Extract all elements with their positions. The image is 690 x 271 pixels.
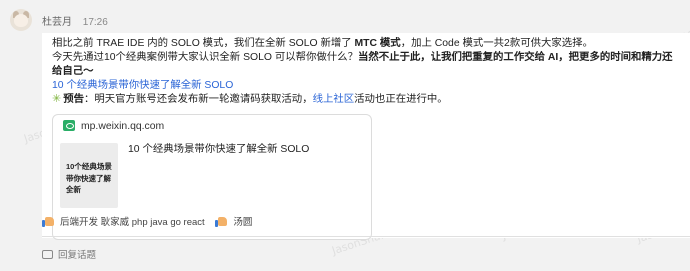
- post-content: 相比之前 TRAE IDE 内的 SOLO 模式，我们在全新 SOLO 新增了 …: [42, 33, 690, 240]
- reaction-item[interactable]: 汤圆: [215, 214, 252, 228]
- thumbs-up-icon: [215, 215, 228, 227]
- post-line-1: 相比之前 TRAE IDE 内的 SOLO 模式，我们在全新 SOLO 新增了 …: [52, 38, 593, 49]
- sparkle-icon: ✳: [52, 93, 62, 105]
- post-body: 相比之前 TRAE IDE 内的 SOLO 模式，我们在全新 SOLO 新增了 …: [52, 37, 682, 93]
- community-link[interactable]: 线上社区: [313, 94, 355, 105]
- thumbs-up-icon: [42, 215, 55, 227]
- wechat-icon: [63, 120, 75, 131]
- card-title: 10 个经典场景带你快速了解全新 SOLO: [128, 144, 310, 155]
- notice-label: 预告: [63, 94, 84, 105]
- reactions-bar: 后端开发 耿家威 php java go react 汤圆: [42, 214, 260, 228]
- post-meta: 杜芸月 17:26: [42, 13, 108, 28]
- post-time: 17:26: [82, 17, 108, 28]
- author-name[interactable]: 杜芸月: [42, 17, 72, 28]
- article-link[interactable]: 10 个经典场景带你快速了解全新 SOLO: [52, 80, 233, 91]
- notice-line: ✳ 预告：明天官方账号还会发布新一轮邀请码获取活动，线上社区活动也正在进行中。: [52, 93, 448, 105]
- divider: [42, 236, 690, 237]
- reaction-item[interactable]: 后端开发 耿家威 php java go react: [42, 214, 205, 228]
- post-line-3: 10 个经典场景带你快速了解全新 SOLO: [52, 79, 682, 93]
- mtc-mode-highlight: MTC 模式: [354, 38, 401, 49]
- post-line-2: 今天先通过10个经典案例带大家认识全新 SOLO 可以帮你做什么？当然不止于此，…: [52, 52, 673, 77]
- avatar[interactable]: [10, 9, 32, 31]
- card-host: mp.weixin.qq.com: [63, 120, 164, 132]
- comment-icon: [42, 250, 53, 259]
- card-thumbnail: 10个经典场景 带你快速了解全新 ：: [60, 143, 118, 208]
- reply-topic-button[interactable]: 回复话题: [42, 247, 96, 261]
